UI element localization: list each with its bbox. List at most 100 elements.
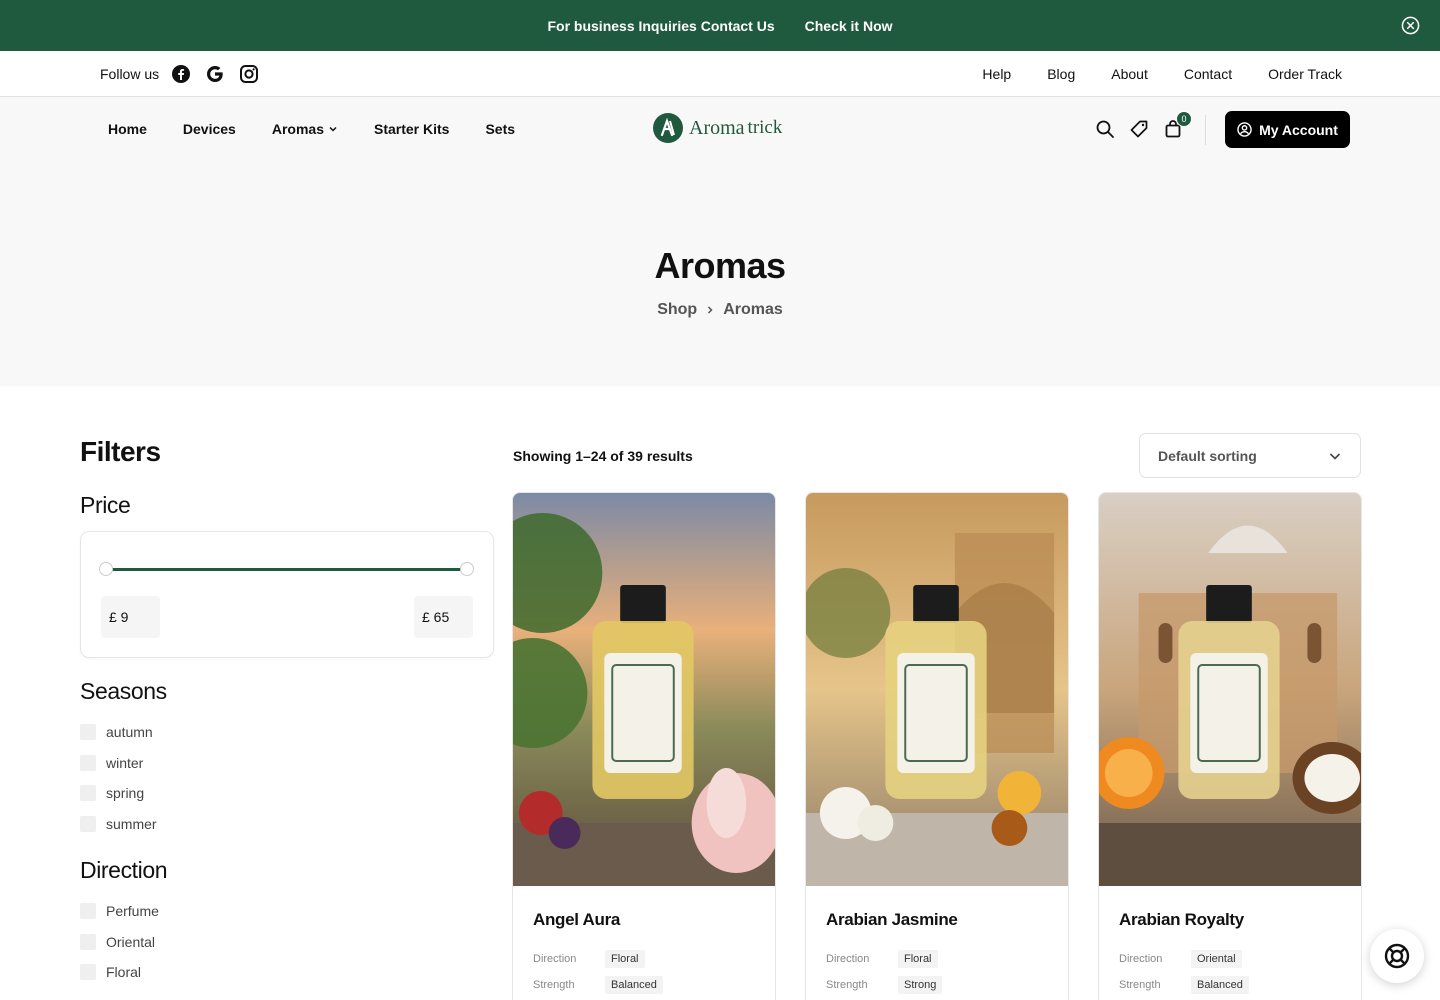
announcement-bar: For business Inquiries Contact Us Check … — [0, 0, 1440, 51]
checkbox[interactable] — [80, 754, 96, 771]
season-option-spring[interactable]: spring — [80, 778, 494, 809]
season-label: spring — [106, 785, 145, 802]
contact-link[interactable]: Contact — [1184, 66, 1232, 82]
follow-us: Follow us — [100, 64, 273, 84]
direction-label: Perfume — [106, 903, 159, 920]
product-card[interactable]: Arabian Jasmine Direction Floral Strength… — [805, 492, 1069, 1000]
help-chat-button[interactable] — [1370, 929, 1424, 983]
google-icon[interactable] — [205, 64, 225, 84]
check-it-now-link[interactable]: Check it Now — [805, 18, 893, 34]
attr-label: Direction — [1119, 953, 1163, 965]
attr-label: Direction — [826, 953, 870, 965]
direction-option-oriental[interactable]: Oriental — [80, 927, 494, 958]
product-direction: Direction Floral — [533, 946, 755, 972]
page-title: Aromas — [654, 245, 786, 286]
product-card[interactable]: Angel Aura Direction Floral Strength Balan… — [512, 492, 776, 1000]
order-track-link[interactable]: Order Track — [1268, 66, 1342, 82]
direction-option-perfume[interactable]: Perfume — [80, 896, 494, 927]
nav-aromas[interactable]: Aromas — [272, 118, 338, 140]
filters-sidebar: Filters Price £ 9 £ 65 Seasons autumn wi… — [80, 436, 494, 1000]
seasons-filter: autumn winter spring summer — [80, 717, 494, 839]
season-label: summer — [106, 815, 157, 832]
season-option-winter[interactable]: winter — [80, 748, 494, 779]
filters-title: Filters — [80, 436, 161, 467]
nav-devices[interactable]: Devices — [183, 118, 236, 140]
product-image[interactable] — [513, 493, 775, 886]
help-link[interactable]: Help — [982, 66, 1011, 82]
nav-aromas-label: Aromas — [271, 121, 324, 137]
checkbox[interactable] — [80, 903, 96, 920]
breadcrumb-shop[interactable]: Shop — [657, 301, 697, 319]
checkbox[interactable] — [80, 964, 96, 981]
seasons-filter-title: Seasons — [80, 678, 167, 704]
product-name[interactable]: Angel Aura — [533, 910, 755, 930]
product-direction: Direction Floral — [826, 946, 1048, 972]
my-account-button[interactable]: My Account — [1225, 111, 1350, 148]
attr-value: Balanced — [605, 976, 663, 994]
product-details: Arabian Jasmine Direction Floral Strength… — [806, 886, 1068, 1000]
follow-us-label: Follow us — [100, 65, 160, 82]
product-image[interactable] — [806, 493, 1068, 886]
brand-logo[interactable]: Aroma trick — [653, 113, 782, 143]
attr-value: Floral — [898, 950, 938, 968]
attr-value: Oriental — [1191, 950, 1242, 968]
utility-links: Help Blog About Contact Order Track — [982, 66, 1342, 82]
direction-option-floral[interactable]: Floral — [80, 957, 494, 988]
tag-icon[interactable] — [1129, 119, 1149, 139]
price-filter: £ 9 £ 65 — [80, 531, 494, 658]
business-contact-link[interactable]: For business Inquiries Contact Us — [547, 18, 774, 34]
instagram-icon[interactable] — [239, 64, 259, 84]
product-grid: Angel Aura Direction Floral Strength Balan… — [512, 492, 1362, 1000]
cart-icon[interactable]: 0 — [1163, 111, 1192, 139]
main-nav: Home Devices Aromas Starter Kits Sets — [108, 118, 515, 140]
price-min-handle[interactable] — [99, 562, 113, 576]
search-icon[interactable] — [1095, 119, 1115, 139]
product-card[interactable]: Arabian Royalty Direction Oriental Streng… — [1098, 492, 1362, 1000]
nav-starter-kits[interactable]: Starter Kits — [374, 118, 449, 140]
season-option-autumn[interactable]: autumn — [80, 717, 494, 748]
user-icon — [1237, 122, 1252, 137]
nav-home[interactable]: Home — [108, 118, 147, 140]
attr-value: Floral — [605, 950, 645, 968]
price-max-field[interactable]: £ 65 — [414, 596, 473, 638]
product-strength: Strength Strong — [826, 972, 1048, 998]
chevron-down-icon — [329, 126, 337, 132]
checkbox[interactable] — [80, 933, 96, 950]
price-filter-title: Price — [80, 492, 131, 518]
product-details: Angel Aura Direction Floral Strength Balan… — [513, 886, 775, 1000]
nav-sets-label: Sets — [485, 121, 516, 137]
sort-select[interactable]: Default sorting — [1139, 433, 1361, 478]
checkbox[interactable] — [80, 785, 96, 802]
close-announcement-icon[interactable] — [1401, 16, 1420, 35]
checkbox[interactable] — [80, 815, 96, 832]
blog-link[interactable]: Blog — [1047, 66, 1075, 82]
attr-value: Balanced — [1191, 976, 1249, 994]
price-max-handle[interactable] — [460, 562, 474, 576]
checkbox[interactable] — [80, 724, 96, 741]
direction-filter: Perfume Oriental Floral — [80, 896, 494, 988]
product-direction: Direction Oriental — [1119, 946, 1341, 972]
sort-value: Default sorting — [1158, 447, 1257, 464]
attr-label: Direction — [533, 953, 577, 965]
product-name[interactable]: Arabian Royalty — [1119, 910, 1341, 930]
product-image[interactable] — [1099, 493, 1361, 886]
direction-label: Floral — [106, 964, 142, 981]
direction-label: Oriental — [106, 933, 156, 950]
price-min-field[interactable]: £ 9 — [101, 596, 160, 638]
chevron-down-icon — [1328, 449, 1342, 463]
direction-filter-title: Direction — [80, 857, 168, 883]
nav-devices-label: Devices — [182, 121, 236, 137]
attr-label: Strength — [533, 979, 575, 991]
season-label: winter — [106, 754, 144, 771]
price-range-track[interactable] — [106, 568, 467, 571]
breadcrumb: Shop Aromas — [0, 301, 1440, 319]
lifebuoy-icon — [1384, 943, 1410, 969]
logo-word-trick: trick — [747, 117, 783, 138]
about-link[interactable]: About — [1111, 66, 1148, 82]
season-option-summer[interactable]: summer — [80, 809, 494, 840]
my-account-label: My Account — [1259, 121, 1338, 138]
facebook-icon[interactable] — [171, 64, 191, 84]
product-name[interactable]: Arabian Jasmine — [826, 910, 1048, 930]
logo-mark-icon — [653, 113, 683, 143]
nav-sets[interactable]: Sets — [485, 118, 515, 140]
